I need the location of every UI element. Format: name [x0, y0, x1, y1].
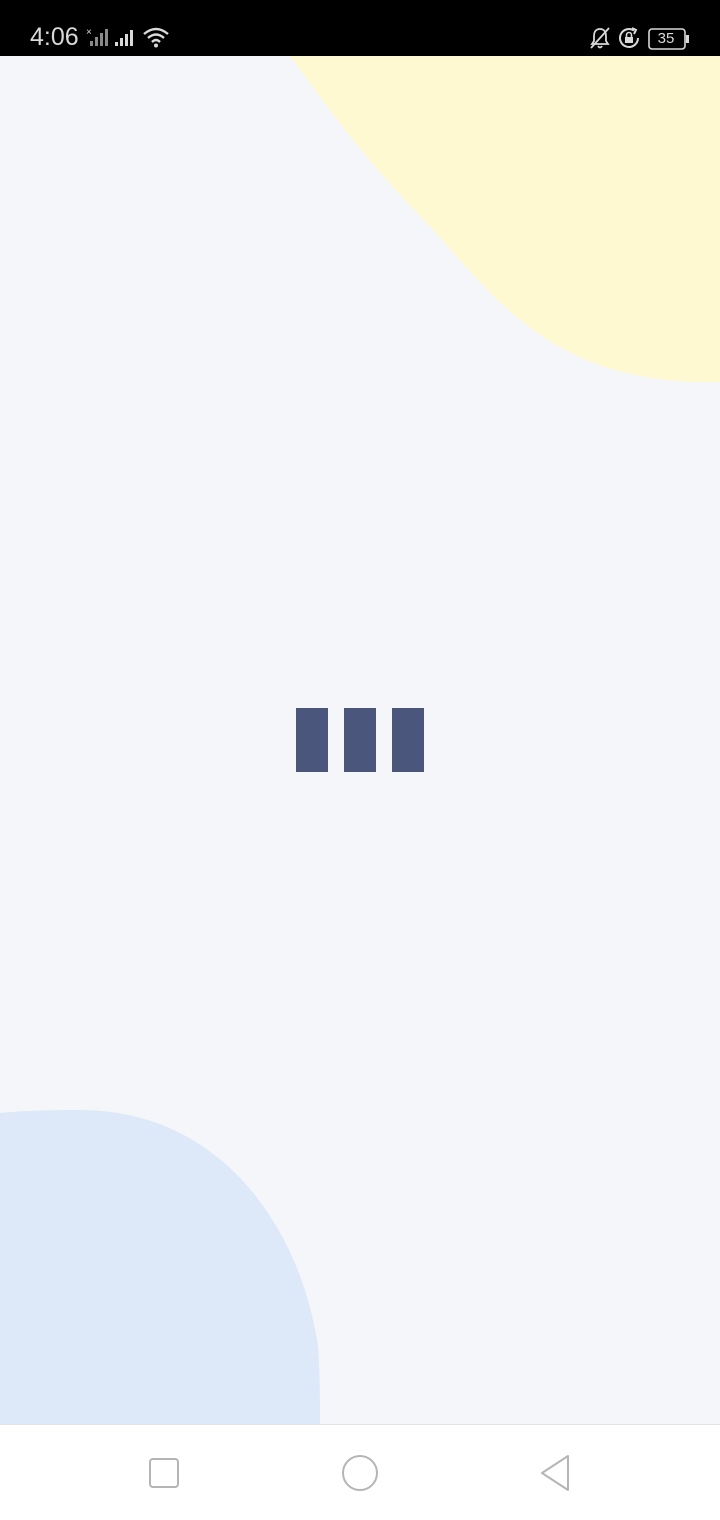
wifi-icon [143, 27, 169, 48]
loading-screen [0, 56, 720, 1424]
status-bar: 4:06 × 35 [0, 0, 720, 56]
recents-square-icon[interactable] [144, 1453, 184, 1493]
loader-bar [296, 708, 328, 772]
loader-bar [392, 708, 424, 772]
signal-no-sim-icon: × [86, 27, 108, 46]
loader-bar [344, 708, 376, 772]
screen: 4:06 × 35 [0, 0, 720, 1520]
back-triangle-icon[interactable] [536, 1453, 576, 1493]
status-time: 4:06 [30, 23, 79, 51]
rotation-lock-icon [619, 27, 639, 48]
signal-icon [115, 30, 133, 46]
loading-indicator [296, 708, 424, 772]
svg-text:×: × [86, 27, 92, 38]
home-circle-icon[interactable] [340, 1453, 380, 1493]
battery-level: 35 [657, 30, 675, 47]
bell-off-icon [590, 27, 610, 49]
navigation-bar [0, 1424, 720, 1520]
